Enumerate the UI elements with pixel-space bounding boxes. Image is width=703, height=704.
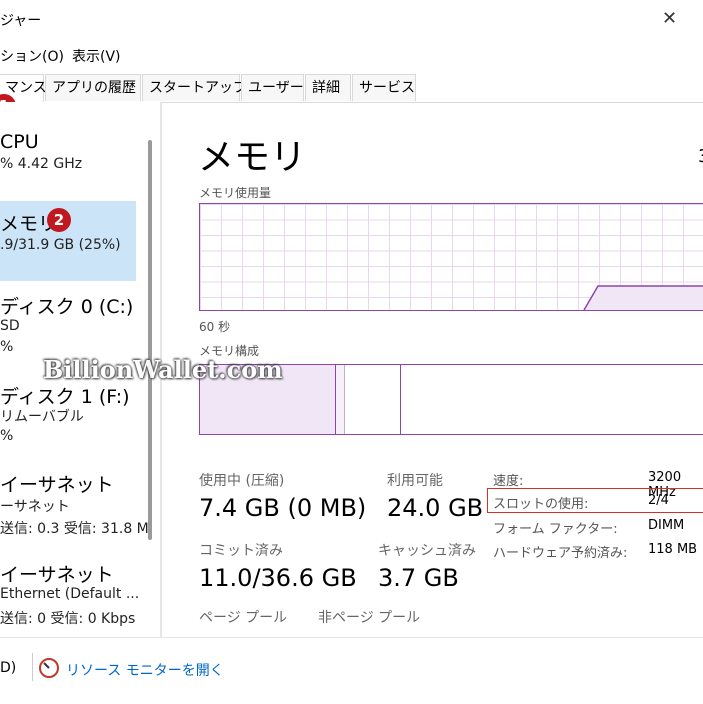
bottom-divider — [32, 653, 33, 681]
total-memory-fragment: 3 — [698, 146, 703, 167]
slots-used-value: 2/4 — [648, 493, 669, 508]
menu-view[interactable]: 表示(V) — [72, 46, 121, 66]
sidebar-item-sub2: % — [0, 339, 14, 355]
usage-graph-label: メモリ使用量 — [199, 186, 272, 200]
time-axis-label: 60 秒 — [199, 320, 231, 334]
slots-used-label: スロットの使用: — [493, 497, 589, 512]
sidebar-item-disk0[interactable]: ディスク 0 (C:) SD % — [0, 290, 136, 360]
menu-options[interactable]: ション(O) — [0, 46, 64, 66]
sidebar-item-sub: .9/31.9 GB (25%) — [0, 237, 121, 253]
standby-segment — [345, 365, 401, 434]
usage-line — [583, 285, 703, 311]
tab-services[interactable]: サービス — [352, 74, 416, 101]
committed-label: コミット済み — [199, 543, 283, 559]
page-title: メモリ — [198, 137, 307, 178]
sidebar-item-ethernet1[interactable]: イーサネット ーサネット 送信: 0.3 受信: 31.8 M — [0, 470, 148, 540]
paged-pool-label: ページ プール — [199, 610, 288, 626]
sidebar-item-sub: SD — [0, 318, 20, 334]
sidebar-item-sub: Ethernet (Default ... — [0, 586, 140, 602]
sidebar-item-sub2: 送信: 0 受信: 0 Kbps — [0, 611, 136, 627]
committed-value: 11.0/36.6 GB — [199, 564, 357, 592]
watermark: BillionWallet.com — [43, 355, 283, 384]
sidebar-item-title: ディスク 1 (F:) — [0, 386, 130, 408]
hardware-reserved-value: 118 MB — [648, 542, 698, 557]
tab-details[interactable]: 詳細 — [305, 74, 351, 101]
nonpaged-pool-label: 非ページ プール — [318, 610, 421, 626]
sidebar-item-sub: % 4.42 GHz — [0, 156, 83, 172]
in-use-value: 7.4 GB (0 MB) — [199, 494, 367, 522]
tab-app-history[interactable]: アプリの履歴 — [45, 74, 141, 101]
sidebar-item-sub2: % — [0, 428, 14, 444]
close-icon[interactable]: ✕ — [662, 8, 677, 29]
fewer-details-button[interactable]: D) — [0, 660, 16, 676]
available-label: 利用可能 — [387, 473, 443, 489]
speed-label: 速度: — [493, 474, 524, 489]
sidebar-item-title: ディスク 0 (C:) — [0, 296, 134, 318]
form-factor-value: DIMM — [648, 518, 685, 533]
sidebar-item-sub2: 送信: 0.3 受信: 31.8 M — [0, 521, 148, 537]
tab-users[interactable]: ユーザー — [241, 74, 304, 101]
sidebar-item-title: CPU — [0, 131, 39, 153]
window-title: ジャー — [0, 13, 42, 29]
sidebar-item-cpu[interactable]: CPU % 4.42 GHz — [0, 128, 136, 196]
sidebar-item-title: イーサネット — [0, 564, 114, 586]
hardware-reserved-label: ハードウェア予約済み: — [493, 546, 628, 561]
step-badge-2: 2 — [47, 208, 71, 232]
tab-startup[interactable]: スタートアップ — [142, 74, 247, 101]
resource-monitor-link[interactable]: リソース モニターを開く — [66, 660, 224, 680]
sidebar-item-sub: リムーバブル — [0, 409, 84, 425]
cached-value: 3.7 GB — [378, 564, 459, 592]
resource-monitor-icon — [38, 657, 60, 683]
title-bar — [0, 0, 703, 38]
sidebar-item-title: イーサネット — [0, 474, 114, 496]
form-factor-label: フォーム ファクター: — [493, 522, 618, 537]
sidebar-item-ethernet2[interactable]: イーサネット Ethernet (Default ... 送信: 0 受信: 0… — [0, 560, 148, 630]
in-use-label: 使用中 (圧縮) — [199, 473, 285, 489]
sidebar-item-disk1[interactable]: ディスク 1 (F:) リムーバブル % — [0, 380, 136, 450]
sidebar-scrollbar[interactable] — [148, 140, 152, 540]
modified-segment — [336, 365, 345, 434]
sidebar-item-sub: ーサネット — [0, 499, 70, 515]
available-value: 24.0 GB — [387, 494, 484, 522]
memory-usage-graph — [199, 203, 703, 311]
cached-label: キャッシュ済み — [378, 543, 476, 559]
